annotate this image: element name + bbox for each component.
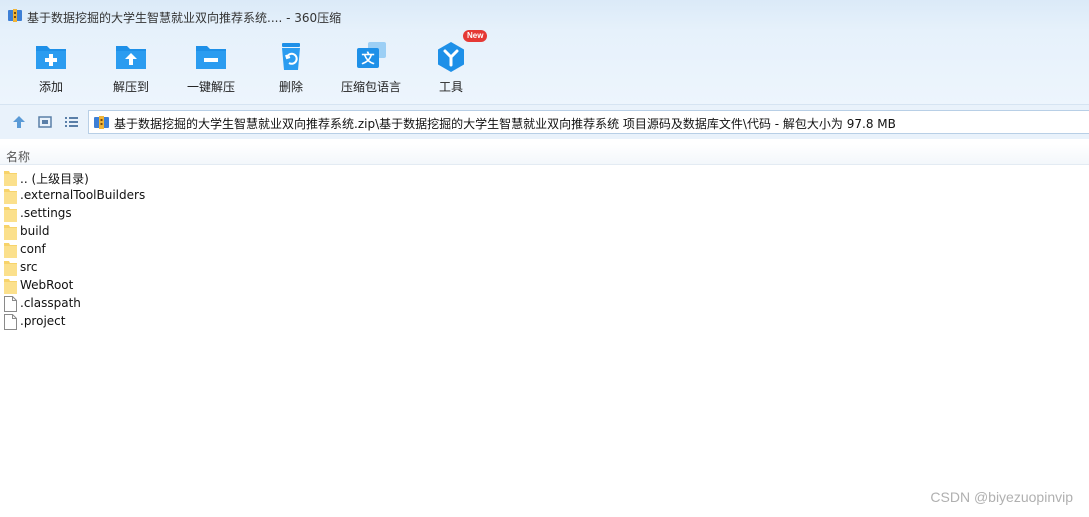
column-header: 名称: [0, 144, 1089, 165]
list-item[interactable]: src: [0, 259, 400, 277]
file-name: .settings: [20, 206, 72, 220]
file-name: .project: [20, 314, 66, 328]
file-name: conf: [20, 242, 46, 256]
svg-text:文: 文: [361, 51, 375, 67]
folder-icon: [4, 261, 17, 276]
add-button[interactable]: 添加: [11, 36, 91, 98]
app-window: 基于数据挖掘的大学生智慧就业双向推荐系统.... - 360压缩 添加 解压到: [0, 0, 1089, 517]
archive-file-icon: [94, 116, 109, 129]
thumbnail-view-icon[interactable]: [37, 114, 53, 130]
main-toolbar: 添加 解压到 一键解压 删除 文 压缩包语言 New 工具: [0, 30, 1089, 98]
extract-to-label: 解压到: [112, 80, 149, 94]
one-click-extract-button[interactable]: 一键解压: [171, 36, 251, 98]
watermark: CSDN @biyezuopinvip: [930, 489, 1073, 505]
delete-label: 删除: [278, 80, 303, 94]
file-list: .. (上级目录) .externalToolBuilders .setting…: [0, 169, 1089, 331]
file-icon: [4, 296, 17, 312]
list-item[interactable]: conf: [0, 241, 400, 259]
archive-language-button[interactable]: 文 压缩包语言: [331, 36, 411, 98]
title-bar: 基于数据挖掘的大学生智慧就业双向推荐系统.... - 360压缩: [0, 0, 1089, 32]
up-arrow-icon[interactable]: [11, 114, 27, 130]
add-folder-icon: [36, 46, 66, 69]
file-name: .. (上级目录): [20, 172, 89, 186]
folder-icon: [4, 225, 17, 240]
list-item[interactable]: .settings: [0, 205, 400, 223]
folder-icon: [4, 207, 17, 222]
folder-icon: [4, 279, 17, 294]
tools-button[interactable]: New 工具: [411, 30, 491, 98]
list-item[interactable]: .project: [0, 313, 400, 331]
delete-bin-icon: [282, 43, 300, 70]
tools-label: 工具: [438, 80, 463, 94]
folder-icon: [4, 171, 17, 186]
one-click-extract-icon: [196, 46, 226, 69]
extract-to-button[interactable]: 解压到: [91, 36, 171, 98]
file-icon: [4, 314, 17, 330]
list-item[interactable]: build: [0, 223, 400, 241]
file-name: WebRoot: [20, 278, 74, 292]
list-item[interactable]: .. (上级目录): [0, 169, 400, 187]
archive-language-label: 压缩包语言: [340, 80, 401, 94]
file-name: src: [20, 260, 38, 274]
add-label: 添加: [38, 80, 63, 94]
list-item[interactable]: .externalToolBuilders: [0, 187, 400, 205]
list-item[interactable]: WebRoot: [0, 277, 400, 295]
folder-icon: [4, 189, 17, 204]
address-row: 基于数据挖掘的大学生智慧就业双向推荐系统.zip\基于数据挖掘的大学生智慧就业双…: [0, 104, 1089, 139]
column-name-header[interactable]: 名称: [6, 148, 30, 165]
file-name: build: [20, 224, 50, 238]
archive-app-icon: [8, 9, 22, 22]
tools-icon: [438, 42, 464, 72]
file-name: .externalToolBuilders: [20, 188, 146, 202]
address-path: 基于数据挖掘的大学生智慧就业双向推荐系统.zip\基于数据挖掘的大学生智慧就业双…: [114, 117, 896, 131]
address-bar[interactable]: 基于数据挖掘的大学生智慧就业双向推荐系统.zip\基于数据挖掘的大学生智慧就业双…: [88, 110, 1089, 134]
list-item[interactable]: .classpath: [0, 295, 400, 313]
new-badge: New: [463, 30, 488, 42]
folder-icon: [4, 243, 17, 258]
one-click-extract-label: 一键解压: [186, 80, 235, 94]
language-icon: 文: [357, 42, 386, 68]
list-view-icon[interactable]: [63, 114, 79, 130]
file-name: .classpath: [20, 296, 81, 310]
window-title: 基于数据挖掘的大学生智慧就业双向推荐系统.... - 360压缩: [27, 11, 342, 25]
delete-button[interactable]: 删除: [251, 36, 331, 98]
extract-to-icon: [116, 46, 146, 69]
